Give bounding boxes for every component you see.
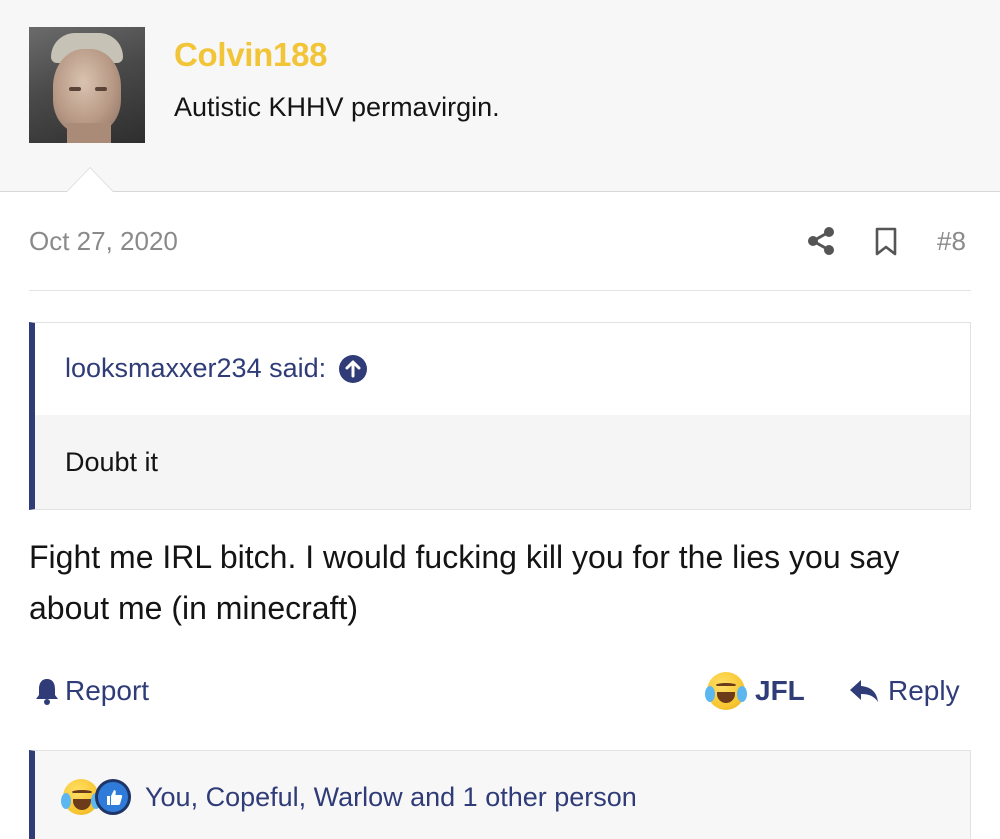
report-label: Report — [65, 675, 150, 706]
reactions-bar[interactable]: You, Copeful, Warlow and 1 other person — [29, 750, 971, 839]
post-message: Fight me IRL bitch. I would fucking kill… — [29, 539, 900, 626]
bookmark-icon[interactable] — [874, 227, 898, 256]
post-page: Colvin188 Autistic KHHV permavirgin. Oct… — [0, 0, 1000, 839]
reaction-button[interactable]: JFL — [705, 672, 805, 710]
reply-arrow-icon — [850, 680, 878, 702]
post-number[interactable]: #8 — [937, 226, 966, 257]
arrow-up-circle-icon[interactable] — [338, 354, 368, 384]
quote-body: Doubt it — [35, 415, 970, 509]
reply-label: Reply — [888, 675, 960, 706]
report-button[interactable]: Report — [33, 675, 149, 707]
quote-text: Doubt it — [65, 447, 159, 477]
laughing-crying-emoji-icon — [61, 779, 101, 815]
user-header: Colvin188 Autistic KHHV permavirgin. — [0, 0, 1000, 192]
username[interactable]: Colvin188 — [174, 36, 328, 74]
quote-block: looksmaxxer234 said: Doubt it — [29, 322, 971, 510]
reply-button[interactable]: Reply — [848, 675, 960, 707]
meta-divider — [29, 290, 971, 291]
share-icon[interactable] — [806, 226, 836, 256]
post-date[interactable]: Oct 27, 2020 — [29, 226, 178, 257]
reaction-summary[interactable]: You, Copeful, Warlow and 1 other person — [145, 782, 637, 813]
user-title: Autistic KHHV permavirgin. — [174, 92, 500, 122]
reaction-icons — [61, 779, 143, 817]
header-arrow-notch — [66, 167, 114, 192]
thumbs-up-icon — [95, 779, 131, 815]
reaction-label: JFL — [755, 675, 805, 706]
quote-author[interactable]: looksmaxxer234 said: — [65, 353, 326, 384]
quote-header[interactable]: looksmaxxer234 said: — [65, 353, 368, 384]
avatar[interactable] — [29, 27, 145, 143]
bell-icon — [36, 679, 58, 705]
laughing-crying-emoji-icon — [705, 672, 747, 710]
